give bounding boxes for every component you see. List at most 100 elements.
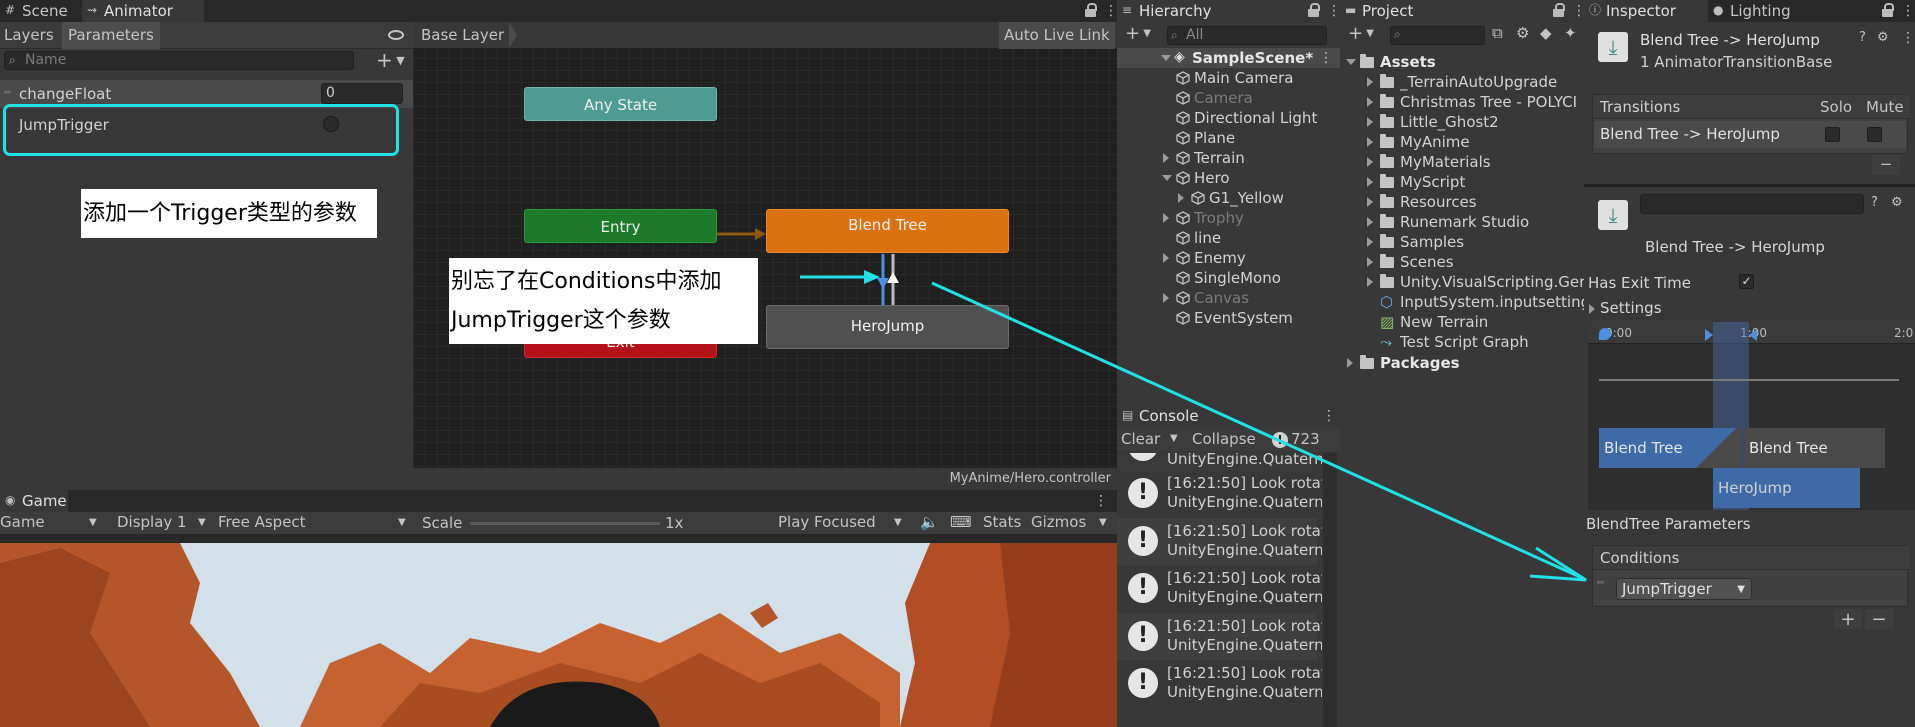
hierarchy-item[interactable]: Main Camera	[1117, 68, 1340, 88]
parameter-search-input[interactable]: ⌕ Name	[4, 51, 354, 70]
hierarchy-item[interactable]: SingleMono	[1117, 268, 1340, 288]
project-folder[interactable]: Runemark Studio	[1340, 212, 1584, 232]
hierarchy-item[interactable]: Trophy	[1117, 208, 1340, 228]
aspect-dropdown[interactable]: Free Aspect ▼	[218, 513, 412, 531]
solo-checkbox[interactable]	[1825, 127, 1840, 142]
expand-arrow-icon[interactable]	[1367, 97, 1373, 107]
expand-arrow-icon[interactable]	[1163, 293, 1169, 303]
hierarchy-item[interactable]: G1_Yellow	[1117, 188, 1340, 208]
kebab-menu-icon[interactable]: ⋮	[1901, 30, 1915, 46]
add-parameter-button[interactable]: + ▼	[376, 48, 405, 72]
keyboard-icon[interactable]: ⌨	[950, 513, 972, 531]
label-filter-icon[interactable]: ◆	[1540, 24, 1552, 42]
project-folder[interactable]: Scenes	[1340, 252, 1584, 272]
remove-transition-button[interactable]: −	[1872, 155, 1900, 175]
timeline-track-dest[interactable]: HeroJump	[1713, 468, 1860, 508]
project-folder[interactable]: _TerrainAutoUpgrade	[1340, 72, 1584, 92]
project-folder[interactable]: Little_Ghost2	[1340, 112, 1584, 132]
lock-icon[interactable]	[1084, 3, 1098, 17]
play-focused-dropdown[interactable]: Play Focused ▼	[778, 513, 908, 531]
assets-row[interactable]: Assets	[1340, 52, 1584, 72]
hierarchy-item[interactable]: Terrain	[1117, 148, 1340, 168]
lock-icon[interactable]	[1307, 3, 1321, 17]
collapse-button[interactable]: Collapse	[1192, 430, 1256, 448]
kebab-menu-icon[interactable]: ⋮	[1094, 493, 1108, 509]
condition-parameter-dropdown[interactable]: JumpTrigger ▼	[1616, 578, 1752, 600]
expand-arrow-icon[interactable]	[1367, 157, 1373, 167]
timeline-track-source[interactable]: Blend Tree	[1599, 428, 1742, 468]
hierarchy-item[interactable]: EventSystem	[1117, 308, 1340, 328]
add-condition-button[interactable]: +	[1834, 609, 1862, 630]
expand-arrow-icon[interactable]	[1367, 277, 1373, 287]
project-file[interactable]: ⬡ InputSystem.inputsetting	[1340, 292, 1584, 312]
lock-icon[interactable]	[1881, 3, 1895, 17]
game-viewport[interactable]	[0, 543, 1117, 727]
hierarchy-item[interactable]: Canvas	[1117, 288, 1340, 308]
expand-arrow-icon[interactable]	[1367, 217, 1373, 227]
expand-arrow-icon[interactable]	[1163, 213, 1169, 223]
hierarchy-item[interactable]: Plane	[1117, 128, 1340, 148]
hierarchy-search-input[interactable]: ⌕ All	[1167, 26, 1327, 45]
parameter-value-input[interactable]: 0	[321, 83, 403, 104]
project-search-input[interactable]: ⌕	[1390, 26, 1485, 45]
create-button[interactable]: + ▼	[1348, 23, 1374, 44]
mute-checkbox[interactable]	[1867, 127, 1882, 142]
transition-start-handle[interactable]	[1705, 329, 1713, 341]
filter-icon[interactable]: ⧉	[1492, 24, 1503, 42]
expand-arrow-icon[interactable]	[1163, 153, 1169, 163]
expand-arrow-icon[interactable]	[1346, 59, 1356, 65]
drag-handle-icon[interactable]: ═	[1597, 576, 1604, 589]
expand-arrow-icon[interactable]	[1161, 55, 1171, 61]
gizmos-dropdown[interactable]: Gizmos ▼	[1031, 513, 1111, 531]
expand-arrow-icon[interactable]	[1178, 193, 1184, 203]
expand-arrow-icon[interactable]	[1367, 177, 1373, 187]
console-entry[interactable]: ! [16:21:50] Look rotatic UnityEngine.Quat…	[1117, 517, 1322, 565]
transition-row[interactable]: Blend Tree -> HeroJump	[1595, 121, 1906, 148]
kebab-menu-icon[interactable]: ⋮	[1104, 3, 1117, 19]
hierarchy-item[interactable]: Hero	[1117, 168, 1340, 188]
kebab-menu-icon[interactable]: ⋮	[1319, 50, 1333, 66]
help-icon[interactable]: ?	[1859, 30, 1866, 45]
console-entry[interactable]: ! [16:21:50] Look rotatic UnityEngine.Quat…	[1117, 612, 1322, 660]
expand-arrow-icon[interactable]	[1347, 358, 1353, 368]
tab-inspector[interactable]: ⓘ Inspector	[1584, 0, 1708, 22]
project-folder[interactable]: Unity.VisualScripting.Ger	[1340, 272, 1584, 292]
eye-icon[interactable]	[388, 30, 404, 40]
animator-graph[interactable]: Base Layer Auto Live Link Any State Entr…	[413, 22, 1117, 490]
star-filter-icon[interactable]: ✦	[1564, 24, 1577, 42]
stats-button[interactable]: Stats	[983, 513, 1021, 531]
console-entry[interactable]: ! [16:21:50] Look rotatic UnityEngine.Quat…	[1117, 565, 1322, 612]
tab-game[interactable]: ◉ Game	[0, 490, 68, 512]
clear-button[interactable]: Clear	[1121, 430, 1160, 448]
tab-console[interactable]: ▤ Console	[1117, 405, 1340, 427]
transition-name-input[interactable]	[1640, 194, 1864, 214]
exit-time-marker[interactable]	[1599, 328, 1611, 340]
remove-condition-button[interactable]: −	[1865, 609, 1893, 630]
type-filter-icon[interactable]: ⚙	[1516, 24, 1529, 42]
console-entry-partial[interactable]: ! UnityEngine.Quaternic	[1117, 453, 1322, 470]
hierarchy-item[interactable]: Directional Light	[1117, 108, 1340, 128]
help-icon[interactable]: ?	[1871, 195, 1878, 210]
expand-arrow-icon[interactable]	[1367, 237, 1373, 247]
settings-icon[interactable]: ⚙	[1891, 195, 1903, 210]
tab-animator[interactable]: ⇝ Animator	[82, 0, 204, 22]
tab-lighting[interactable]: ● Lighting	[1708, 0, 1799, 22]
tab-scene[interactable]: # Scene	[0, 0, 76, 22]
expand-arrow-icon[interactable]	[1367, 257, 1373, 267]
expand-arrow-icon[interactable]	[1163, 253, 1169, 263]
create-button[interactable]: + ▼	[1125, 23, 1151, 44]
packages-row[interactable]: Packages	[1340, 353, 1584, 373]
kebab-menu-icon[interactable]: ⋮	[1327, 3, 1340, 19]
project-folder[interactable]: Resources	[1340, 192, 1584, 212]
tab-layers[interactable]: Layers	[4, 26, 54, 44]
tab-parameters[interactable]: Parameters	[62, 22, 160, 49]
transition-end-handle[interactable]	[1749, 329, 1757, 341]
expand-arrow-icon[interactable]	[1367, 77, 1373, 87]
console-entry[interactable]: ! [16:21:50] Look rotatic UnityEngine.Quat…	[1117, 470, 1322, 517]
kebab-menu-icon[interactable]: ⋮	[1572, 3, 1584, 19]
project-folder[interactable]: Samples	[1340, 232, 1584, 252]
project-folder[interactable]: MyScript	[1340, 172, 1584, 192]
lock-icon[interactable]	[1552, 3, 1566, 17]
audio-icon[interactable]: 🔈	[920, 513, 939, 531]
project-folder[interactable]: Christmas Tree - POLYCI	[1340, 92, 1584, 112]
